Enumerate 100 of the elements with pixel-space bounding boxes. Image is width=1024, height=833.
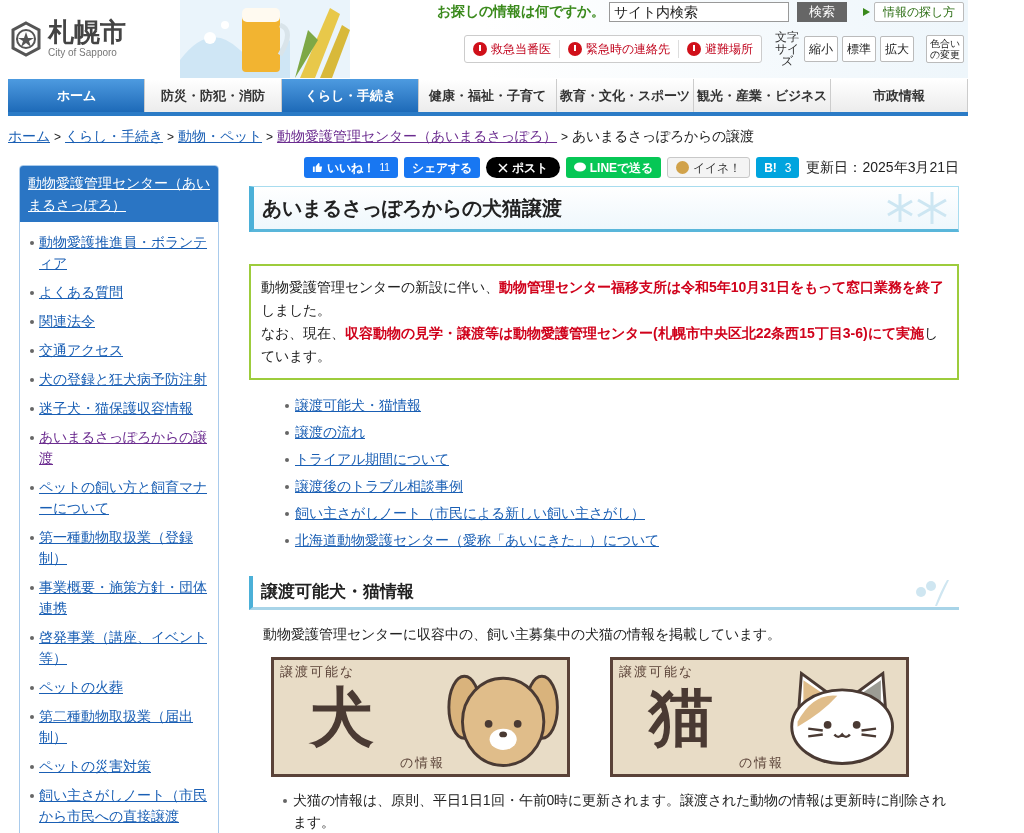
sidebar-link[interactable]: よくある質問 (39, 282, 123, 303)
emergency-link[interactable]: 緊急時の連絡先 (559, 40, 678, 58)
note-text: 犬猫の情報は、原則、平日1日1回・午前0時に更新されます。譲渡された動物の情報は更新時に削除されます。 (293, 791, 948, 832)
bullet-icon (30, 436, 34, 440)
emergency-link[interactable]: 避難場所 (678, 40, 761, 58)
alert-circle-icon (473, 42, 487, 56)
nav-tab[interactable]: くらし・手続き (282, 79, 420, 112)
sidebar-link[interactable]: 事業概要・施策方針・団体連携 (39, 577, 210, 619)
sidebar-link[interactable]: ペットの飼い方と飼育マナーについて (39, 477, 210, 519)
notice-text: なお、現在、収容動物の見学・譲渡等は動物愛護管理センター(札幌市中央区北22条西15丁目3-6)にて実施しています。 (261, 324, 939, 366)
sidebar-link[interactable]: 迷子犬・猫保護収容情報 (39, 398, 193, 419)
x-logo-icon (497, 162, 508, 173)
text-size-button[interactable]: 縮小 (804, 36, 838, 62)
bullet-icon (30, 486, 34, 490)
bullet-icon (30, 586, 34, 590)
nav-tab[interactable]: 健康・福祉・子育て (419, 79, 557, 112)
search-prompt: お探しの情報は何ですか。 (437, 2, 605, 21)
toc-link[interactable]: 北海道動物愛護センター（愛称「あいにきた」）について (295, 530, 659, 551)
city-name-english: City of Sapporo (48, 45, 118, 60)
emergency-link[interactable]: 救急当番医 (465, 40, 559, 58)
bullet-icon (30, 320, 34, 324)
section-intro: 動物愛護管理センターに収容中の、飼い主募集中の犬猫の情報を掲載しています。 (262, 625, 782, 644)
text-size-button[interactable]: 標準 (842, 36, 876, 62)
page-title: あいまるさっぽろからの犬猫譲渡 (262, 196, 562, 221)
section-heading: 譲渡可能犬・猫情報 (261, 580, 414, 603)
sidebar-link[interactable]: 動物愛護推進員・ボランティア (39, 232, 210, 274)
dog-info-banner[interactable]: 譲渡可能な 犬 の情報 (271, 657, 570, 777)
bullet-icon (30, 378, 34, 382)
toc-link[interactable]: 譲渡の流れ (295, 422, 365, 443)
breadcrumb-link[interactable]: 動物・ペット (178, 126, 263, 147)
alert-circle-icon (568, 42, 582, 56)
bullet-icon (30, 407, 34, 411)
nav-tab[interactable]: 防災・防犯・消防 (145, 79, 283, 112)
toc-link[interactable]: トライアル期間について (295, 449, 449, 470)
text-size-button[interactable]: 拡大 (880, 36, 914, 62)
nav-tab[interactable]: 市政情報 (830, 79, 968, 112)
sidebar-link[interactable]: あいまるさっぽろからの譲渡 (39, 427, 210, 469)
sidebar-link[interactable]: 第一種動物取扱業（登録制） (39, 527, 210, 569)
notice-text: 動物愛護管理センターの新設に伴い、動物管理センター福移支所は令和5年10月31日をもって窓口業務を終了しました。 (261, 278, 945, 320)
bullet-icon (30, 536, 34, 540)
bullet-icon (30, 794, 34, 798)
sidebar-title-link[interactable]: 動物愛護管理センター（あいまるさっぽろ） (28, 172, 210, 216)
cat-info-banner[interactable]: 譲渡可能な 猫 の情報 (610, 657, 909, 777)
toc-link[interactable]: 譲渡可能犬・猫情報 (295, 395, 421, 416)
banner-character: 犬 (308, 685, 375, 749)
breadcrumb-separator: > (561, 128, 569, 146)
bullet-icon (285, 457, 289, 462)
bullet-icon (283, 799, 287, 803)
bullet-icon (285, 484, 289, 489)
sidebar-link[interactable]: 飼い主さがしノート（市民から市民への直接譲渡 (39, 785, 210, 827)
chat-bubble-icon (573, 162, 586, 173)
breadcrumb-separator: > (266, 128, 274, 146)
bullet-icon (30, 765, 34, 769)
color-change-button[interactable]: 色合いの変更 (926, 35, 964, 63)
bullet-icon (30, 686, 34, 690)
share-button[interactable]: シェアする (403, 157, 480, 178)
triangle-icon (863, 7, 870, 16)
banner-caption: 譲渡可能な (280, 663, 356, 681)
toc-link[interactable]: 飼い主さがしノート（市民による新しい飼い主さがし） (295, 503, 645, 524)
alert-circle-icon (687, 42, 701, 56)
breadcrumb-link[interactable]: ホーム (8, 126, 50, 147)
bullet-icon (30, 241, 34, 245)
bullet-icon (30, 715, 34, 719)
banner-character: 猫 (647, 685, 714, 749)
thumbs-up-icon (312, 162, 324, 173)
nav-tab[interactable]: 観光・産業・ビジネス (693, 79, 831, 112)
city-name: 札幌市 (48, 18, 126, 45)
mixi-like-button[interactable]: イイネ！ (667, 157, 751, 178)
banner-caption: の情報 (399, 753, 445, 772)
breadcrumb-link[interactable]: くらし・手続き (65, 126, 163, 147)
sidebar-link[interactable]: 第二種動物取扱業（届出制） (39, 706, 210, 748)
banner-caption: 譲渡可能な (619, 663, 695, 681)
bullet-icon (30, 291, 34, 295)
sidebar-link[interactable]: 犬の登録と狂犬病予防注射 (39, 369, 207, 390)
updated-date: 更新日：2025年3月21日 (806, 158, 959, 177)
sidebar-link[interactable]: 交通アクセス (39, 340, 123, 361)
info-guide-button[interactable]: 情報の探し方 (874, 1, 964, 22)
post-button[interactable]: ポスト (485, 157, 560, 178)
bullet-icon (285, 403, 289, 408)
nav-tab[interactable]: 教育・文化・スポーツ (556, 79, 694, 112)
banner-caption: の情報 (738, 753, 784, 772)
breadcrumb-separator: > (167, 128, 175, 146)
bullet-icon (30, 349, 34, 353)
bullet-icon (285, 511, 289, 516)
like-button[interactable]: いいね！ 11 (304, 157, 398, 178)
bullet-icon (285, 538, 289, 543)
sidebar-link[interactable]: 関連法令 (39, 311, 95, 332)
search-field[interactable]: サイト内検索 (609, 1, 789, 22)
breadcrumb-current: あいまるさっぽろからの譲渡 (572, 127, 755, 146)
text-size-label: 文字サイズ (774, 31, 800, 67)
sidebar-link[interactable]: ペットの火葬 (39, 677, 123, 698)
toc-link[interactable]: 譲渡後のトラブル相談事例 (295, 476, 463, 497)
bullet-icon (285, 430, 289, 435)
sidebar-link[interactable]: ペットの災害対策 (39, 756, 151, 777)
nav-tab[interactable]: ホーム (8, 79, 146, 112)
sidebar-link[interactable]: 啓発事業（講座、イベント等） (39, 627, 210, 669)
breadcrumb-separator: > (54, 128, 61, 146)
breadcrumb-link[interactable]: 動物愛護管理センター（あいまるさっぽろ） (277, 126, 558, 147)
search-button[interactable]: 検索 (797, 1, 847, 22)
bullet-icon (30, 636, 34, 640)
